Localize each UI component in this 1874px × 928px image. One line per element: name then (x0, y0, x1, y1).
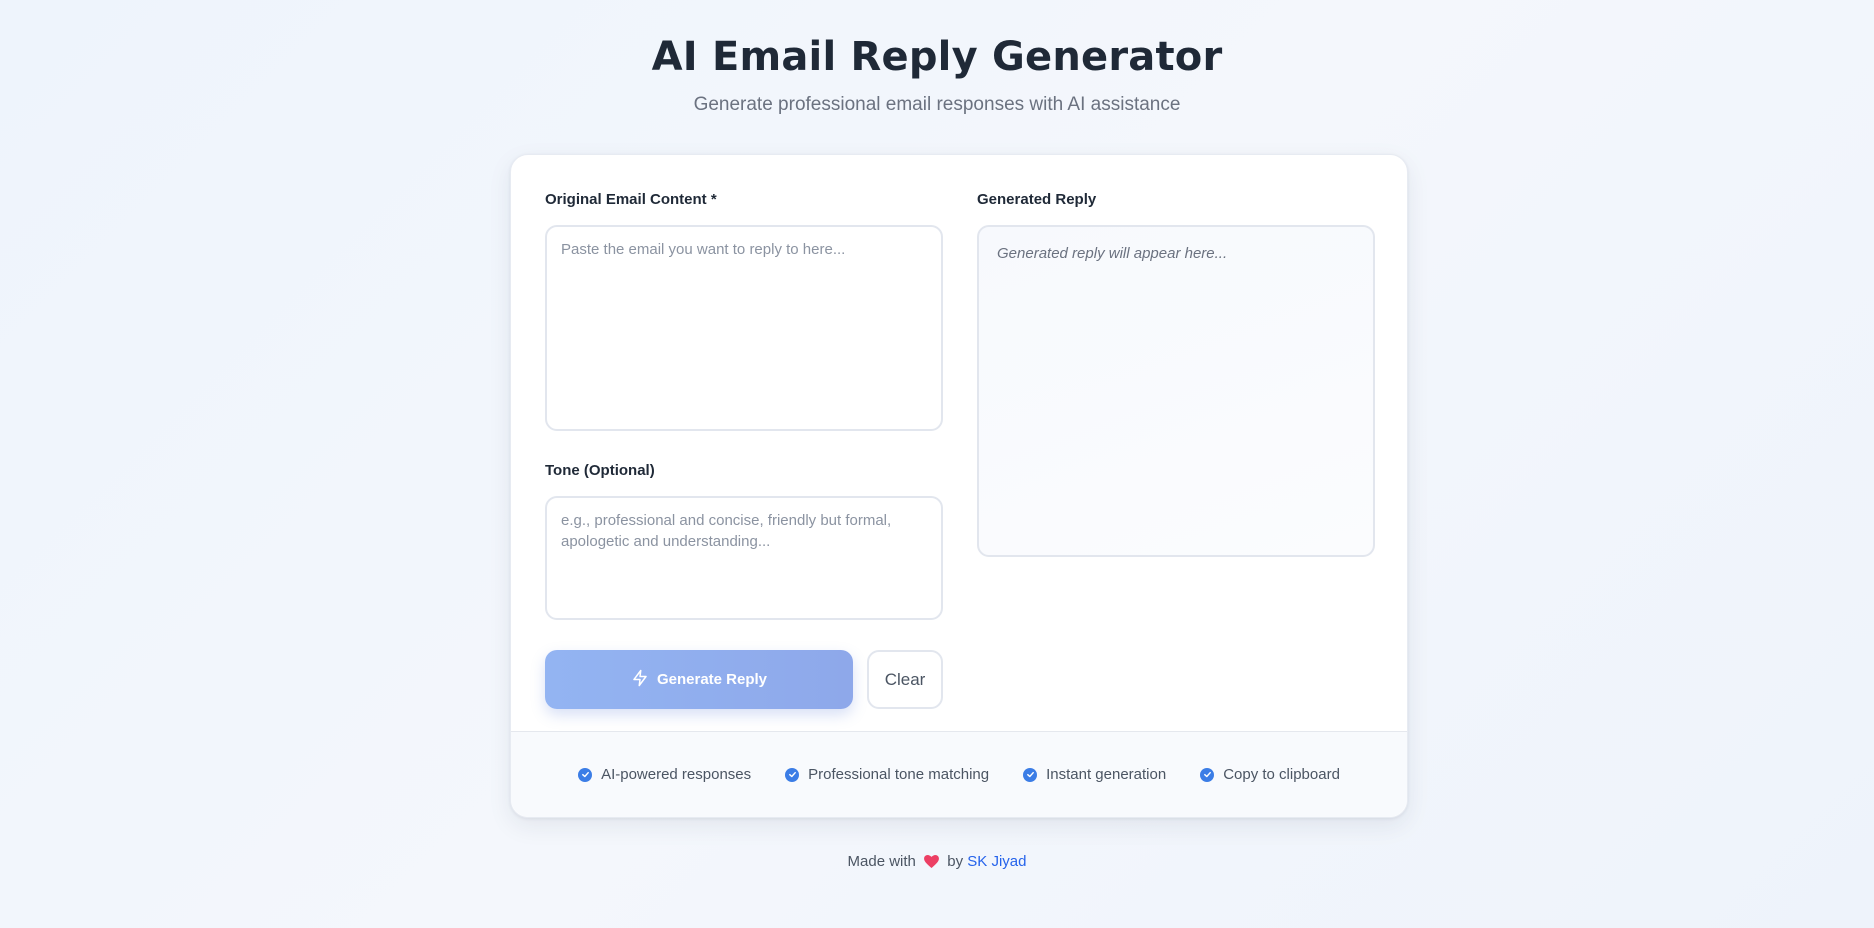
heart-icon (924, 853, 943, 870)
author-link[interactable]: SK Jiyad (967, 853, 1026, 870)
page-title: AI Email Reply Generator (651, 34, 1223, 80)
generator-card: Original Email Content * Tone (Optional)… (510, 154, 1408, 818)
check-circle-icon (1023, 767, 1038, 782)
generate-reply-label: Generate Reply (656, 671, 768, 688)
feature-label: Copy to clipboard (1223, 766, 1340, 783)
check-circle-icon (785, 767, 800, 782)
check-circle-icon (1200, 767, 1215, 782)
lightning-icon (631, 669, 649, 691)
email-label: Original Email Content * (545, 191, 717, 208)
made-with-text: Made with (847, 853, 916, 870)
page-subtitle: Generate professional email responses wi… (693, 94, 1181, 115)
input-column: Original Email Content * Tone (Optional)… (545, 191, 943, 709)
output-column: Generated Reply Generated reply will app… (977, 191, 1375, 557)
generated-reply-label: Generated Reply (977, 191, 1097, 208)
feature-label: AI-powered responses (601, 766, 752, 783)
email-input[interactable] (545, 225, 943, 431)
feature-item: Professional tone matching (785, 766, 989, 783)
page-footer: Made with by SK Jiyad (0, 853, 1874, 870)
tone-label: Tone (Optional) (545, 462, 655, 479)
generated-reply-placeholder: Generated reply will appear here... (997, 245, 1228, 262)
feature-item: Copy to clipboard (1200, 766, 1340, 783)
generated-reply-output[interactable]: Generated reply will appear here... (977, 225, 1375, 557)
action-buttons: Generate Reply Clear (545, 650, 943, 709)
check-circle-icon (578, 767, 593, 782)
feature-item: Instant generation (1023, 766, 1166, 783)
feature-item: AI-powered responses (578, 766, 751, 783)
feature-label: Instant generation (1046, 766, 1167, 783)
tone-input[interactable] (545, 496, 943, 620)
clear-button[interactable]: Clear (867, 650, 943, 709)
features-bar: AI-powered responses Professional tone m… (511, 731, 1407, 817)
by-text: by (947, 853, 964, 870)
feature-label: Professional tone matching (808, 766, 990, 783)
generate-reply-button[interactable]: Generate Reply (545, 650, 853, 709)
page-header: AI Email Reply Generator Generate profes… (0, 0, 1874, 116)
